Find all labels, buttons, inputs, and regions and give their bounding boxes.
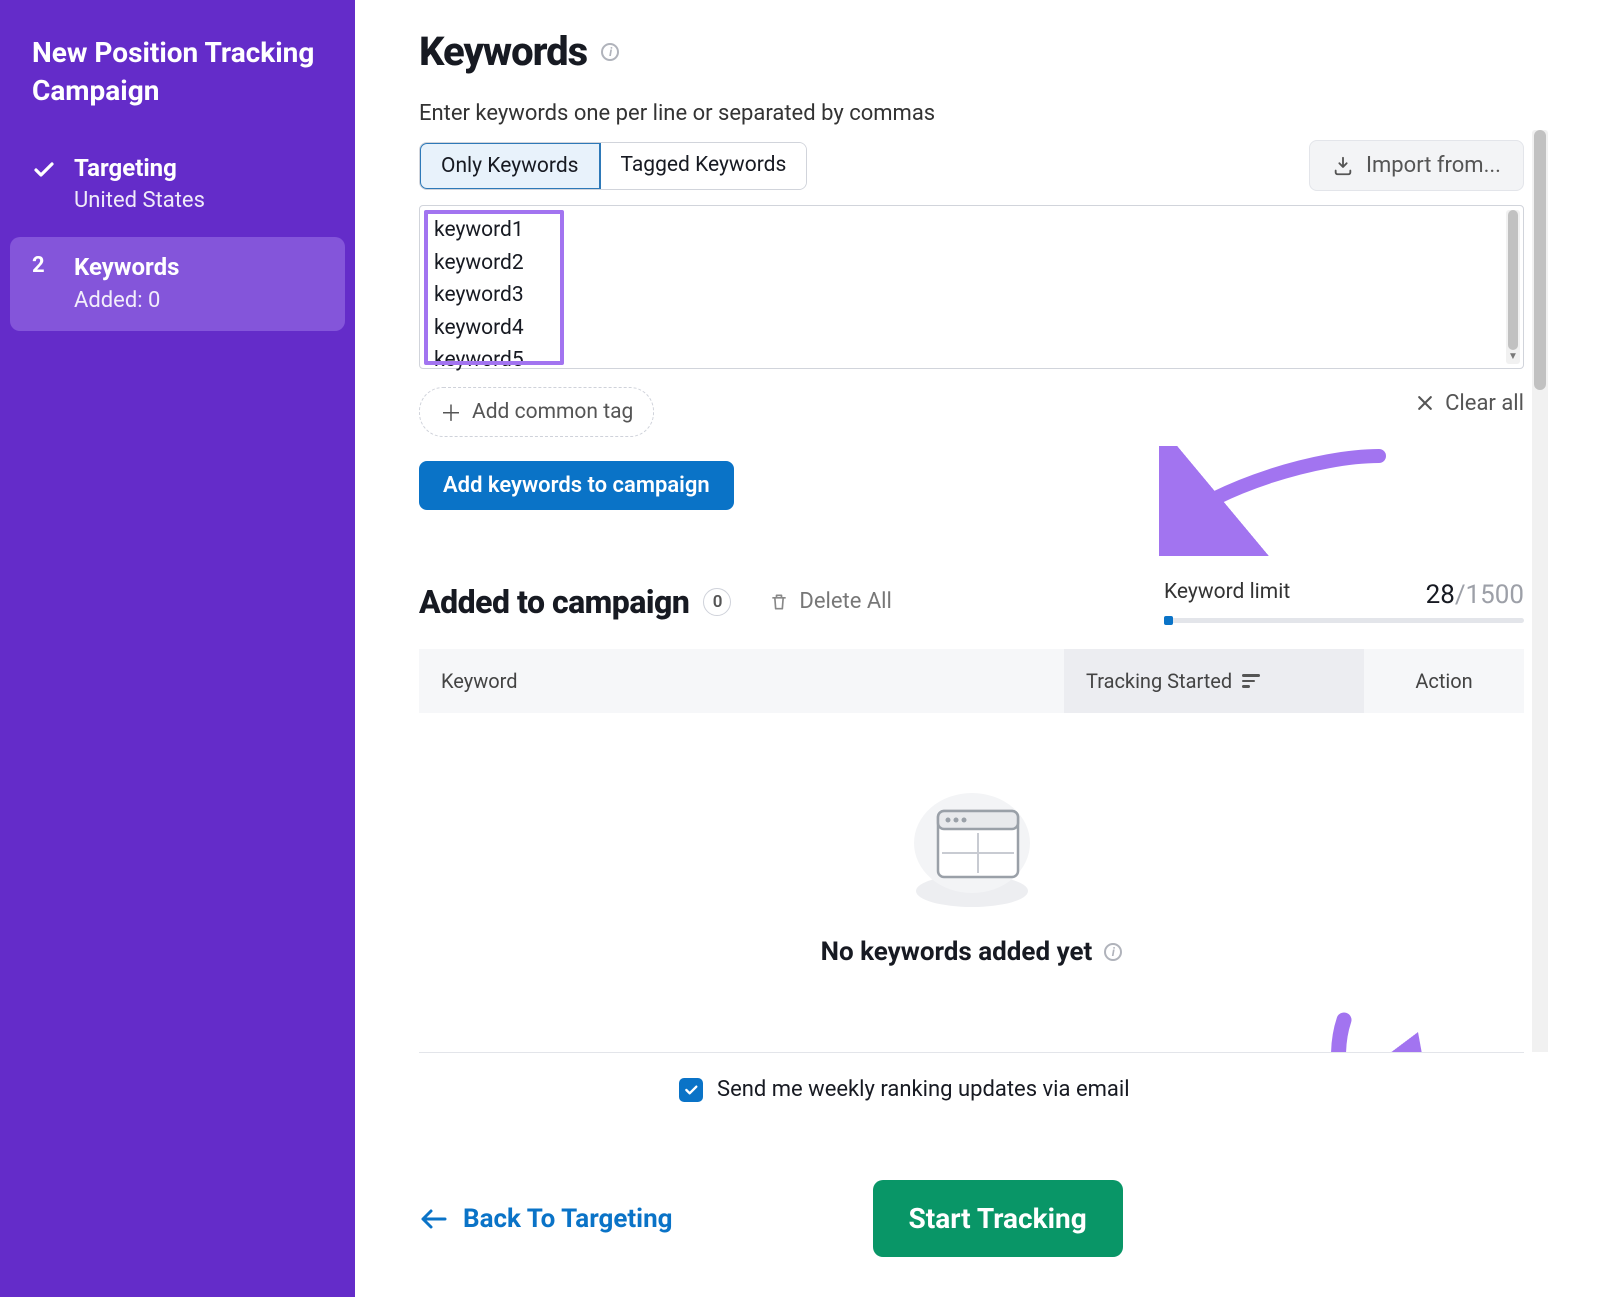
added-title-text: Added to campaign bbox=[419, 583, 689, 621]
check-icon bbox=[32, 154, 62, 214]
step-label: Targeting bbox=[74, 154, 323, 183]
sidebar: New Position Tracking Campaign Targeting… bbox=[0, 0, 355, 1297]
email-label: Send me weekly ranking updates via email bbox=[717, 1077, 1130, 1102]
helper-text: Enter keywords one per line or separated… bbox=[419, 101, 1548, 126]
download-icon bbox=[1332, 155, 1354, 177]
col-tracking-started[interactable]: Tracking Started bbox=[1064, 649, 1364, 713]
col-action: Action bbox=[1364, 649, 1524, 713]
annotation-arrow bbox=[1159, 446, 1389, 556]
tab-tagged-keywords[interactable]: Tagged Keywords bbox=[600, 143, 807, 189]
main: Keywords i Enter keywords one per line o… bbox=[355, 0, 1600, 1297]
empty-state: No keywords added yet i bbox=[419, 783, 1524, 967]
table-header: Keyword Tracking Started Action bbox=[419, 649, 1524, 713]
limit-numbers: 28/1500 bbox=[1426, 580, 1524, 610]
limit-progress bbox=[1164, 618, 1524, 623]
delete-all-label: Delete All bbox=[799, 589, 892, 614]
tab-only-keywords[interactable]: Only Keywords bbox=[419, 142, 601, 190]
keyword-limit: Keyword limit 28/1500 bbox=[1164, 580, 1524, 623]
keyword-mode-toggle: Only Keywords Tagged Keywords bbox=[419, 142, 807, 190]
info-icon[interactable]: i bbox=[601, 43, 619, 61]
start-tracking-button[interactable]: Start Tracking bbox=[873, 1180, 1123, 1257]
page-title-text: Keywords bbox=[419, 28, 587, 75]
back-to-targeting-link[interactable]: Back To Targeting bbox=[419, 1204, 673, 1234]
delete-all-button[interactable]: Delete All bbox=[769, 589, 892, 614]
sidebar-step-targeting[interactable]: Targeting United States bbox=[10, 138, 345, 232]
clear-all-button[interactable]: Clear all bbox=[1415, 391, 1524, 416]
scroll-thumb[interactable] bbox=[1534, 130, 1546, 390]
add-common-tag-button[interactable]: ＋ Add common tag bbox=[419, 387, 654, 437]
footer: Send me weekly ranking updates via email… bbox=[419, 1052, 1524, 1297]
added-count-badge: 0 bbox=[703, 588, 731, 616]
step-sub: United States bbox=[74, 188, 323, 213]
trash-icon bbox=[769, 591, 789, 613]
step-sub: Added: 0 bbox=[74, 288, 323, 313]
scroll-thumb[interactable] bbox=[1508, 210, 1518, 350]
limit-total: /1500 bbox=[1455, 580, 1524, 610]
chevron-down-icon[interactable]: ▼ bbox=[1506, 350, 1520, 362]
annotation-arrow bbox=[1314, 1010, 1434, 1052]
sidebar-step-keywords[interactable]: 2 Keywords Added: 0 bbox=[10, 237, 345, 331]
clear-all-label: Clear all bbox=[1445, 391, 1524, 416]
add-tag-label: Add common tag bbox=[472, 400, 633, 424]
keyword-textarea[interactable]: keyword1 keyword2 keyword3 keyword4 keyw… bbox=[419, 205, 1524, 369]
scrollbar[interactable] bbox=[1532, 130, 1548, 1052]
plus-icon: ＋ bbox=[440, 396, 462, 428]
email-updates-row[interactable]: Send me weekly ranking updates via email bbox=[679, 1077, 1524, 1102]
added-title: Added to campaign 0 bbox=[419, 583, 731, 621]
limit-used: 28 bbox=[1426, 580, 1455, 610]
empty-title: No keywords added yet i bbox=[821, 937, 1123, 967]
import-label: Import from... bbox=[1366, 153, 1501, 178]
add-keywords-button[interactable]: Add keywords to campaign bbox=[419, 461, 734, 510]
sort-desc-icon bbox=[1242, 674, 1260, 688]
info-icon[interactable]: i bbox=[1104, 943, 1122, 961]
empty-title-text: No keywords added yet bbox=[821, 937, 1093, 967]
close-icon bbox=[1415, 393, 1435, 413]
back-label: Back To Targeting bbox=[463, 1204, 673, 1234]
step-number: 2 bbox=[32, 253, 62, 313]
step-label: Keywords bbox=[74, 253, 323, 282]
empty-illustration-icon bbox=[902, 783, 1042, 913]
sidebar-title: New Position Tracking Campaign bbox=[10, 34, 345, 138]
page-title: Keywords i bbox=[419, 28, 1548, 75]
textarea-scrollbar[interactable]: ▼ bbox=[1506, 210, 1520, 364]
limit-label: Keyword limit bbox=[1164, 580, 1290, 604]
checkbox-checked-icon[interactable] bbox=[679, 1078, 703, 1102]
arrow-left-icon bbox=[419, 1207, 447, 1231]
col-ts-label: Tracking Started bbox=[1086, 669, 1232, 693]
import-button[interactable]: Import from... bbox=[1309, 140, 1524, 191]
keyword-lines: keyword1 keyword2 keyword3 keyword4 keyw… bbox=[434, 214, 524, 377]
col-keyword[interactable]: Keyword bbox=[419, 649, 1064, 713]
